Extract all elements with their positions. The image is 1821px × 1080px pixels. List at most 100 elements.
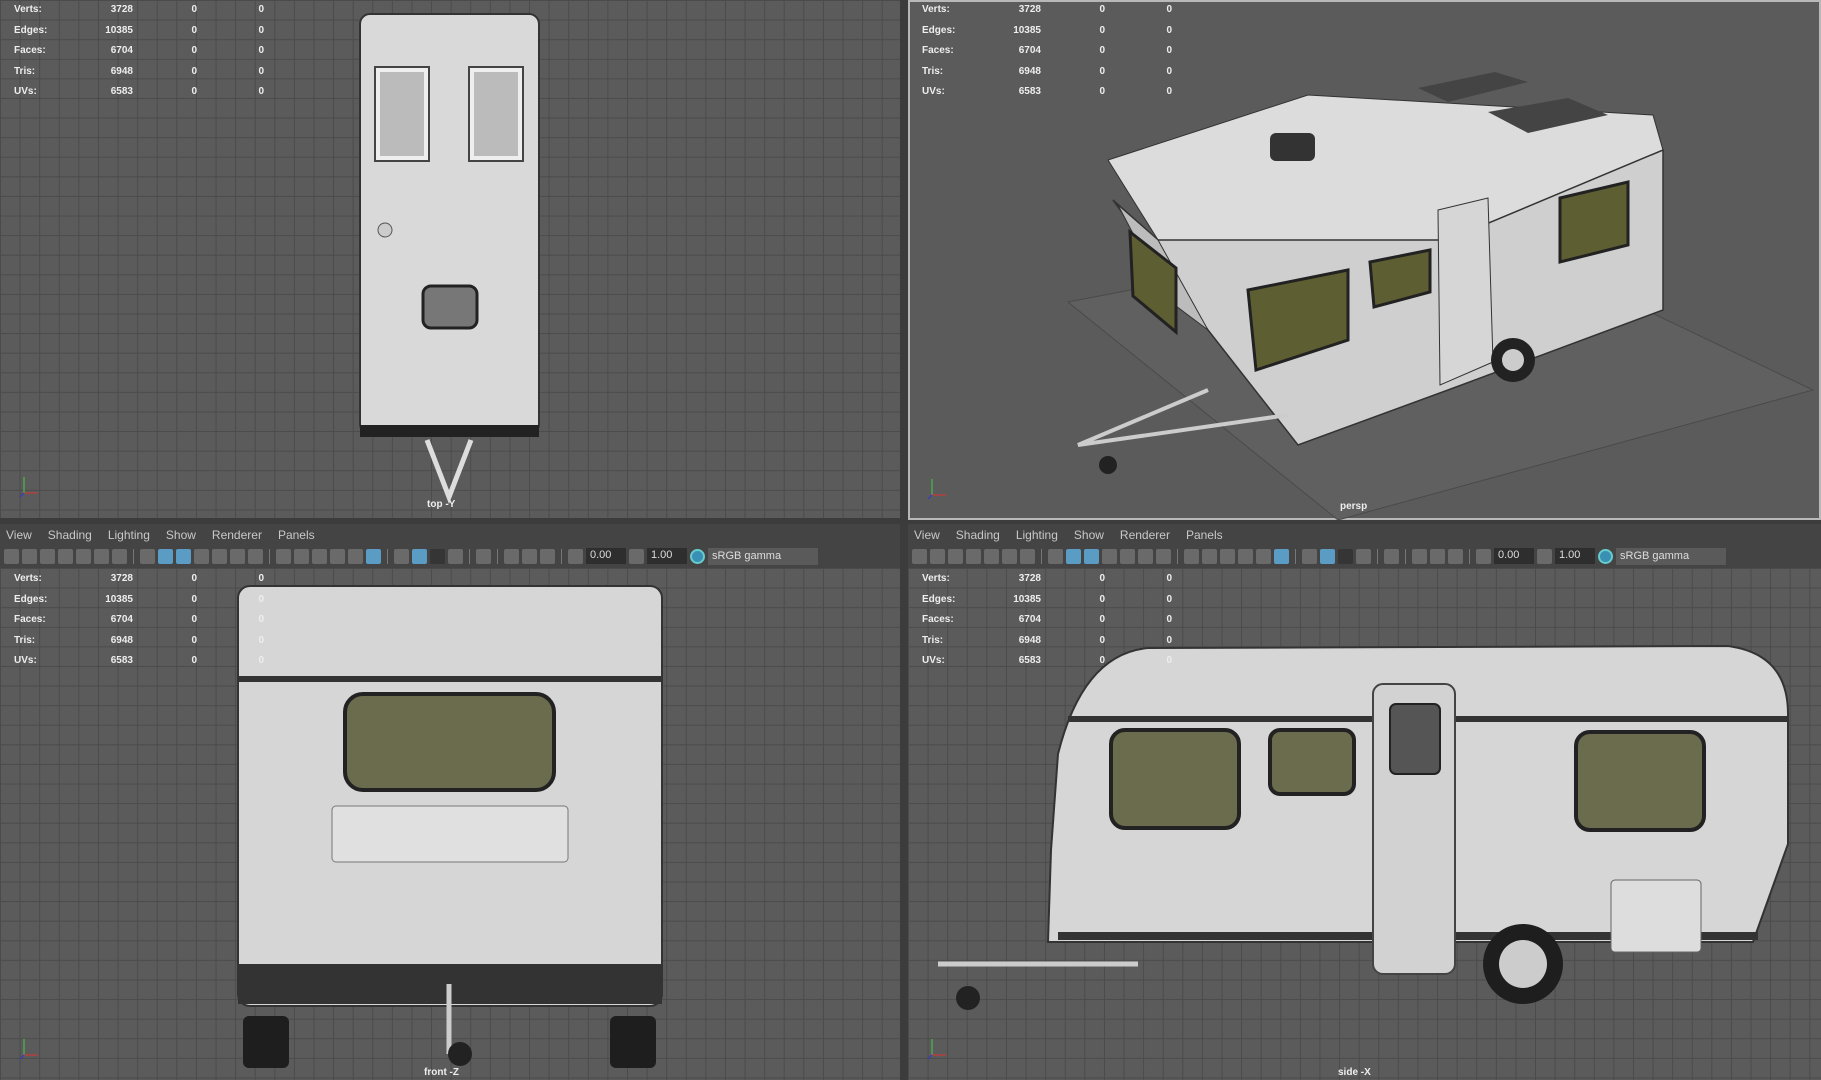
stat-label: Edges:	[14, 24, 48, 36]
stat-extra: 0	[1166, 655, 1172, 667]
stat-row: UVs: 6583 0 0	[922, 651, 1172, 672]
stat-extra: 0	[258, 593, 264, 605]
stat-value: 6704	[110, 614, 133, 626]
stat-sel: 0	[191, 634, 197, 646]
stat-extra: 0	[1166, 634, 1172, 646]
stat-label: Edges:	[14, 593, 48, 605]
stat-extra: 0	[258, 634, 264, 646]
stat-label: Tris:	[14, 65, 36, 77]
stat-extra: 0	[258, 65, 264, 77]
stat-sel: 0	[191, 593, 197, 605]
stat-extra: 0	[1166, 86, 1172, 98]
stat-row: Tris: 6948 0 0	[14, 62, 264, 83]
axis-gizmo-icon	[926, 475, 952, 506]
stat-row: Edges: 10385 0 0	[14, 590, 264, 611]
camera-label-front: front -Z	[424, 1067, 459, 1078]
stat-row: UVs: 6583 0 0	[14, 82, 264, 103]
stat-label: Verts:	[14, 573, 42, 584]
poly-count-hud: Verts: 3728 0 0 Edges: 10385 0 0 Faces: 6704 0 0 Tri…	[922, 569, 1172, 672]
viewport-front-pane[interactable]: View Shading Lighting Show Renderer Panels 0.…	[0, 524, 900, 1080]
stat-label: Faces:	[14, 614, 46, 626]
stat-row: UVs: 6583 0 0	[14, 651, 264, 672]
poly-count-hud: Verts: 3728 0 0 Edges: 10385 0 0 Faces: 6704 0 0 Tri…	[14, 0, 264, 103]
stat-extra: 0	[1166, 4, 1172, 15]
stat-value: 6583	[1018, 86, 1041, 98]
stat-sel: 0	[1099, 614, 1105, 626]
stat-row: Tris: 6948 0 0	[922, 631, 1172, 652]
stat-value: 6704	[110, 45, 133, 57]
stat-value: 10385	[1013, 593, 1041, 605]
stat-value: 10385	[105, 24, 133, 36]
stat-extra: 0	[1166, 614, 1172, 626]
stat-value: 3728	[1018, 573, 1041, 584]
stat-row: Edges: 10385 0 0	[922, 590, 1172, 611]
stat-label: UVs:	[14, 655, 37, 667]
stat-row: Faces: 6704 0 0	[922, 610, 1172, 631]
stat-sel: 0	[191, 573, 197, 584]
stat-extra: 0	[1166, 45, 1172, 57]
stat-sel: 0	[1099, 634, 1105, 646]
stat-label: Tris:	[14, 634, 36, 646]
stat-row: Verts: 3728 0 0	[922, 569, 1172, 590]
camera-label-persp: persp	[1340, 501, 1368, 512]
stat-value: 3728	[1018, 4, 1041, 15]
stat-extra: 0	[258, 45, 264, 57]
stat-value: 10385	[1013, 24, 1041, 36]
stat-label: Verts:	[922, 573, 950, 584]
stat-extra: 0	[258, 86, 264, 98]
stat-label: UVs:	[922, 655, 945, 667]
stat-value: 6583	[110, 655, 133, 667]
stat-row: Faces: 6704 0 0	[14, 41, 264, 62]
stat-value: 6583	[1018, 655, 1041, 667]
stat-row: Faces: 6704 0 0	[14, 610, 264, 631]
stat-sel: 0	[191, 86, 197, 98]
stat-extra: 0	[258, 655, 264, 667]
stat-label: Edges:	[922, 593, 956, 605]
viewport-persp-pane[interactable]: Verts: 3728 0 0 Edges: 10385 0 0 Faces: 6704 0 0 Tri…	[908, 0, 1821, 520]
stat-value: 6948	[1018, 634, 1041, 646]
stat-label: Faces:	[922, 614, 954, 626]
stat-label: Faces:	[14, 45, 46, 57]
stat-row: Edges: 10385 0 0	[922, 21, 1172, 42]
stat-row: Tris: 6948 0 0	[922, 62, 1172, 83]
stat-sel: 0	[1099, 65, 1105, 77]
stat-row: UVs: 6583 0 0	[922, 82, 1172, 103]
stat-value: 6948	[110, 65, 133, 77]
stat-sel: 0	[191, 4, 197, 15]
stat-extra: 0	[1166, 593, 1172, 605]
stat-label: Verts:	[922, 4, 950, 15]
stat-value: 6704	[1018, 614, 1041, 626]
stat-value: 6948	[110, 634, 133, 646]
stat-extra: 0	[1166, 573, 1172, 584]
viewport-side-pane[interactable]: View Shading Lighting Show Renderer Panels 0.…	[908, 524, 1821, 1080]
camera-label-top: top -Y	[427, 499, 456, 510]
stat-label: Verts:	[14, 4, 42, 15]
stat-sel: 0	[191, 24, 197, 36]
stat-row: Verts: 3728 0 0	[922, 0, 1172, 21]
stat-extra: 0	[1166, 24, 1172, 36]
stat-extra: 0	[258, 573, 264, 584]
stat-sel: 0	[191, 655, 197, 667]
stat-value: 3728	[110, 4, 133, 15]
camera-label-side: side -X	[1338, 1067, 1371, 1078]
stat-row: Edges: 10385 0 0	[14, 21, 264, 42]
stat-sel: 0	[1099, 4, 1105, 15]
stat-extra: 0	[1166, 65, 1172, 77]
stat-label: Edges:	[922, 24, 956, 36]
stat-sel: 0	[1099, 86, 1105, 98]
stat-sel: 0	[191, 65, 197, 77]
stat-sel: 0	[191, 45, 197, 57]
stat-row: Verts: 3728 0 0	[14, 0, 264, 21]
viewport-top-pane[interactable]: Verts: 3728 0 0 Edges: 10385 0 0 Faces: 6704 0 0 Tri…	[0, 0, 900, 518]
stat-label: UVs:	[14, 86, 37, 98]
poly-count-hud: Verts: 3728 0 0 Edges: 10385 0 0 Faces: 6704 0 0 Tri…	[14, 569, 264, 672]
stat-value: 6704	[1018, 45, 1041, 57]
stat-sel: 0	[191, 614, 197, 626]
stat-row: Tris: 6948 0 0	[14, 631, 264, 652]
stat-sel: 0	[1099, 655, 1105, 667]
stat-extra: 0	[258, 614, 264, 626]
stat-label: Tris:	[922, 634, 944, 646]
stat-extra: 0	[258, 4, 264, 15]
stat-value: 6948	[1018, 65, 1041, 77]
stat-value: 10385	[105, 593, 133, 605]
